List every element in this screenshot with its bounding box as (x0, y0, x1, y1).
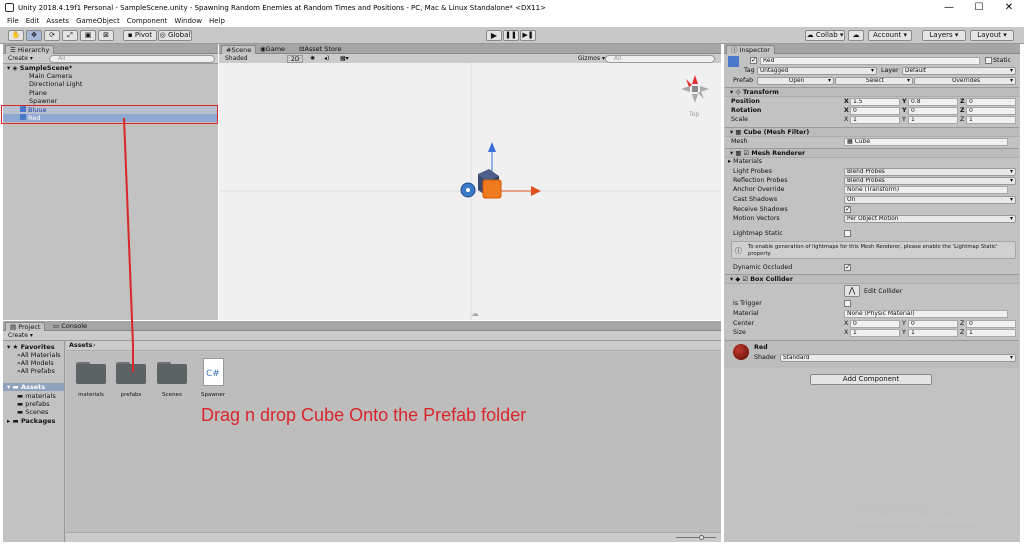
dynamic-occluded-checkbox[interactable] (844, 263, 851, 271)
x-axis-label: X (844, 98, 849, 105)
mesh-label: Mesh (731, 138, 748, 145)
reflection-probes-label: Reflection Probes (733, 177, 788, 184)
annotation-text: Drag n drop Cube Onto the Prefab folder (201, 405, 527, 425)
mesh-filter-title: ▾ ▦ Cube (Mesh Filter) (730, 129, 810, 136)
scale-label: Scale (731, 116, 748, 123)
edit-collider-label: Edit Collider (864, 288, 903, 295)
z-axis-label: Z (960, 320, 965, 327)
cast-shadows-dropdown[interactable]: On (844, 196, 1016, 204)
dynamic-occluded-label: Dynamic Occluded (733, 264, 793, 271)
size-label: Size (733, 329, 746, 336)
y-axis-label: Y (902, 116, 906, 123)
y-axis-label: Y (902, 329, 906, 336)
x-axis-label: X (844, 116, 849, 123)
y-axis-label: Y (902, 107, 907, 114)
tab-inspector[interactable]: ⓘ Inspector (726, 45, 775, 54)
lightmap-static-checkbox[interactable] (844, 230, 851, 237)
z-axis-label: Z (960, 98, 965, 105)
material-sphere-icon (733, 344, 749, 360)
rotation-label: Rotation (731, 107, 762, 114)
rotation-x-field[interactable]: 0 (850, 107, 900, 115)
is-trigger-label: Is Trigger (733, 300, 762, 307)
prefab-open-button[interactable]: Open (757, 77, 834, 85)
prefab-overrides-dropdown[interactable]: Overrides (914, 77, 1016, 85)
material-name: Red (754, 344, 768, 351)
position-x-field[interactable]: 1.5 (850, 98, 900, 106)
motion-vectors-label: Motion Vectors (733, 215, 780, 222)
y-axis-label: Y (902, 320, 906, 327)
box-collider-title: ▾ ◆ ☑ Box Collider (730, 276, 793, 283)
layer-dropdown[interactable]: Default (902, 67, 1016, 75)
tab-inspector-label: Inspector (739, 46, 770, 54)
position-y-field[interactable]: 0.8 (908, 98, 958, 106)
add-component-button[interactable]: Add Component (810, 374, 932, 385)
collider-material-field[interactable]: None (Physic Material) (844, 310, 1008, 318)
active-checkbox[interactable] (750, 56, 757, 64)
tag-dropdown[interactable]: Untagged (757, 67, 877, 75)
size-x-field[interactable]: 1 (850, 329, 900, 337)
mesh-renderer-header[interactable]: ▾ ▦ ☑ Mesh Renderer (725, 148, 1019, 158)
edit-collider-button[interactable]: ⋀ (844, 285, 860, 297)
anchor-override-label: Anchor Override (733, 186, 785, 193)
shader-dropdown[interactable]: Standard (780, 354, 1016, 362)
static-label: Static (993, 57, 1012, 64)
tag-label: Tag (744, 67, 755, 74)
motion-vectors-dropdown[interactable]: Per Object Motion (844, 215, 1016, 223)
materials-foldout[interactable]: ▸ Materials (728, 158, 762, 166)
mesh-renderer-title: ▾ ▦ ☑ Mesh Renderer (730, 150, 806, 157)
center-y-field[interactable]: 0 (908, 320, 958, 328)
scale-x-field[interactable]: 1 (850, 116, 900, 124)
info-icon: ⓘ (735, 247, 742, 255)
cast-shadows-label: Cast Shadows (733, 196, 778, 203)
z-axis-label: Z (960, 116, 965, 123)
transform-title: ▾ ⊹ Transform (730, 89, 779, 96)
x-axis-label: X (844, 329, 849, 336)
mesh-field[interactable]: ▦ Cube (844, 138, 1008, 146)
center-label: Center (733, 320, 755, 327)
mesh-filter-header[interactable]: ▾ ▦ Cube (Mesh Filter) (725, 127, 1019, 137)
x-axis-label: X (844, 107, 849, 114)
rotation-z-field[interactable]: 0 (966, 107, 1016, 115)
scale-z-field[interactable]: 1 (966, 116, 1016, 124)
inspector-tabbar: ⓘ Inspector (724, 44, 1020, 54)
prefab-label: Prefab (733, 77, 754, 84)
prefab-icon (728, 56, 739, 67)
rotation-y-field[interactable]: 0 (908, 107, 958, 115)
lightmap-static-label: Lightmap Static (733, 230, 783, 237)
size-y-field[interactable]: 1 (908, 329, 958, 337)
receive-shadows-checkbox[interactable] (844, 205, 851, 213)
lightmap-info-text: To enable generation of lightmaps for th… (748, 244, 998, 257)
light-probes-label: Light Probes (733, 168, 772, 175)
collider-material-label: Material (733, 310, 759, 317)
activate-windows-title: Activate Windows (853, 505, 933, 515)
receive-shadows-label: Receive Shadows (733, 206, 788, 213)
position-label: Position (731, 98, 760, 105)
object-name-field[interactable]: Red (760, 57, 980, 65)
x-axis-label: X (844, 320, 849, 327)
anchor-override-field[interactable]: None (Transform) (844, 186, 1008, 194)
transform-header[interactable]: ▾ ⊹ Transform (725, 87, 1019, 97)
light-probes-dropdown[interactable]: Blend Probes (844, 168, 1016, 176)
reflection-probes-dropdown[interactable]: Blend Probes (844, 177, 1016, 185)
materials-label: Materials (733, 158, 763, 165)
size-z-field[interactable]: 1 (966, 329, 1016, 337)
center-x-field[interactable]: 0 (850, 320, 900, 328)
position-z-field[interactable]: 0 (966, 98, 1016, 106)
box-collider-header[interactable]: ▾ ◆ ☑ Box Collider (725, 274, 1019, 284)
shader-label: Shader (754, 354, 777, 361)
activate-windows-subtitle: Go to Settings to activate Windows. (853, 517, 979, 525)
center-z-field[interactable]: 0 (966, 320, 1016, 328)
z-axis-label: Z (960, 329, 965, 336)
mesh-value: Cube (854, 138, 871, 145)
lightmap-info-box: ⓘ To enable generation of lightmaps for … (731, 241, 1016, 259)
scale-y-field[interactable]: 1 (908, 116, 958, 124)
layer-label: Layer (881, 67, 899, 74)
is-trigger-checkbox[interactable] (844, 300, 851, 307)
static-checkbox[interactable] (985, 57, 992, 64)
prefab-select-button[interactable]: Select (835, 77, 913, 85)
z-axis-label: Z (960, 107, 965, 114)
y-axis-label: Y (902, 98, 907, 105)
